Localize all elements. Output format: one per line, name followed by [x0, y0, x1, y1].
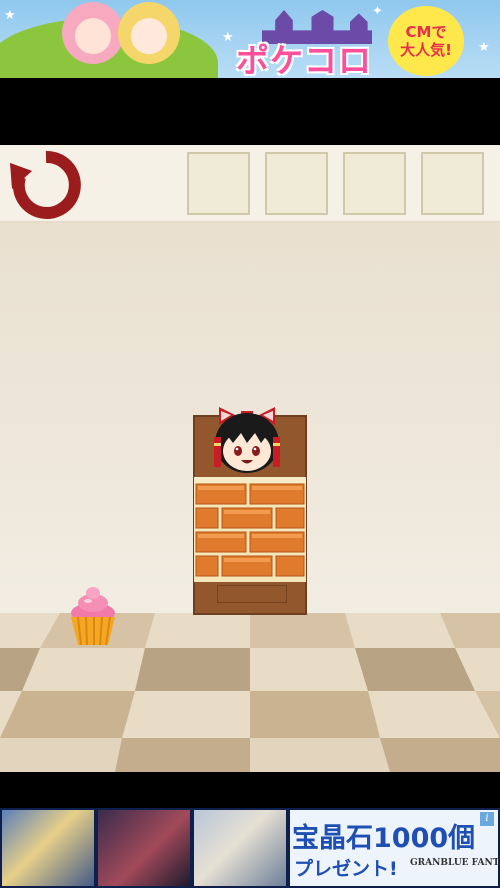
- reset-button[interactable]: [6, 147, 88, 223]
- top-ad-banner[interactable]: ★ ★ ✦ ★ ポケコロ CMで 大人気!: [0, 0, 500, 78]
- bottom-ad-banner[interactable]: 宝晶石1000個 プレゼント! GRANBLUE FANTASY i: [0, 808, 500, 888]
- star-icon: ★: [4, 8, 16, 23]
- ad-badge: CMで 大人気!: [388, 6, 464, 76]
- ad-portrait-3: [194, 810, 286, 886]
- ad-promo-subline: プレゼント!: [294, 858, 398, 880]
- toolbar: [0, 145, 500, 223]
- ad-badge-line1: CMで: [405, 23, 447, 41]
- inventory-slot-1[interactable]: [187, 152, 250, 215]
- ad-portrait-1: [2, 810, 94, 886]
- ad-badge-line2: 大人気!: [400, 41, 452, 59]
- cupcake-icon: [71, 587, 115, 646]
- ad-info-icon[interactable]: i: [480, 812, 494, 826]
- ad-character-blonde: [118, 2, 180, 64]
- reset-arrow-icon: [10, 150, 81, 219]
- ad-title: ポケコロ: [236, 41, 372, 78]
- star-icon: ★: [222, 30, 234, 45]
- inventory-slot-3[interactable]: [343, 152, 406, 215]
- game-area: [0, 145, 500, 772]
- cupcake-item[interactable]: [68, 583, 118, 647]
- brick-barrier[interactable]: [194, 477, 306, 582]
- inventory-slot-4[interactable]: [421, 152, 484, 215]
- ad-character-pink: [62, 2, 124, 64]
- star-icon: ✦: [372, 4, 383, 19]
- brick-wall-graphic: [194, 477, 306, 582]
- door-panel: [217, 585, 287, 603]
- inventory-slot-2[interactable]: [265, 152, 328, 215]
- ad-brand-logo: GRANBLUE FANTASY: [410, 858, 500, 868]
- yukkuri-face-graphic: [214, 407, 280, 473]
- ad-portrait-2: [98, 810, 190, 886]
- ad-promo-headline: 宝晶石1000個: [292, 823, 476, 854]
- star-icon: ★: [478, 40, 490, 55]
- yukkuri-character[interactable]: [205, 403, 289, 475]
- ad-promo-box: 宝晶石1000個 プレゼント! GRANBLUE FANTASY i: [290, 810, 500, 886]
